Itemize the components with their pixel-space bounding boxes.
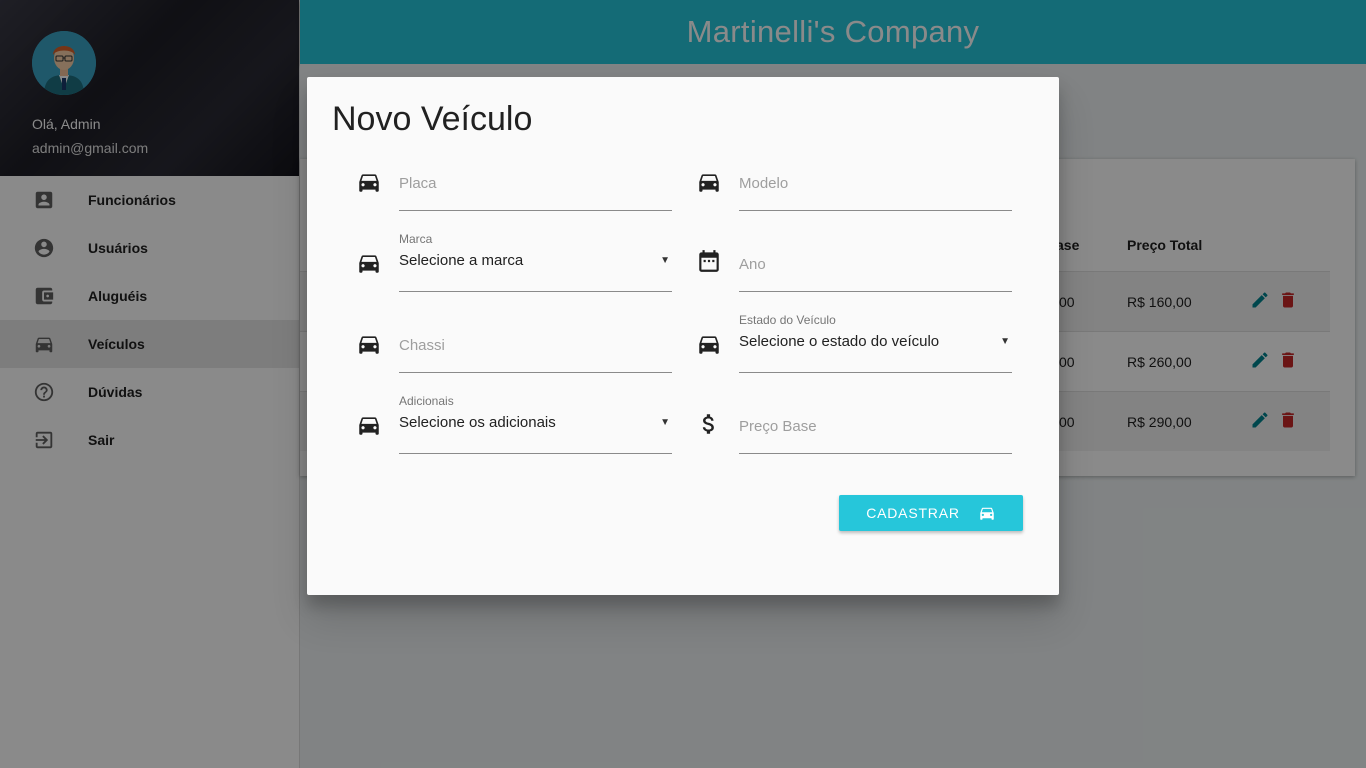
estado-select[interactable]: Selecione o estado do veículo ▼ <box>739 333 1012 357</box>
car-icon <box>356 331 382 357</box>
preco-base-field <box>739 394 1012 454</box>
dropdown-arrow-icon: ▼ <box>660 255 670 266</box>
new-vehicle-dialog: Novo Veículo Marca Selecione a marca ▼ <box>307 77 1059 595</box>
ano-field <box>739 232 1012 292</box>
estado-field: Estado do Veículo Selecione o estado do … <box>739 313 1012 373</box>
placa-field <box>399 151 672 211</box>
chassi-input[interactable] <box>399 333 672 357</box>
calendar-icon <box>696 248 722 274</box>
placa-field-group <box>332 151 672 211</box>
preco-base-field-group <box>672 394 1012 454</box>
modelo-field-group <box>672 151 1012 211</box>
cadastrar-button[interactable]: CADASTRAR <box>839 495 1023 531</box>
marca-select-value: Selecione a marca <box>399 252 524 269</box>
marca-field-group: Marca Selecione a marca ▼ <box>332 232 672 292</box>
cadastrar-button-label: CADASTRAR <box>866 505 960 521</box>
dollar-icon <box>696 411 722 437</box>
modelo-field <box>739 151 1012 211</box>
estado-field-group: Estado do Veículo Selecione o estado do … <box>672 313 1012 373</box>
ano-input[interactable] <box>739 252 1012 276</box>
car-icon <box>696 169 722 195</box>
car-icon <box>978 504 996 522</box>
estado-select-value: Selecione o estado do veículo <box>739 333 940 350</box>
dropdown-arrow-icon: ▼ <box>660 417 670 428</box>
ano-field-group <box>672 232 1012 292</box>
car-icon <box>356 250 382 276</box>
adicionais-caption: Adicionais <box>399 394 454 408</box>
modelo-input[interactable] <box>739 171 1012 195</box>
placa-input[interactable] <box>399 171 672 195</box>
car-icon <box>696 331 722 357</box>
adicionais-field-group: Adicionais Selecione os adicionais ▼ <box>332 394 672 454</box>
car-icon <box>356 169 382 195</box>
car-icon <box>356 412 382 438</box>
marca-select[interactable]: Selecione a marca ▼ <box>399 252 672 276</box>
preco-base-input[interactable] <box>739 414 1012 438</box>
marca-field: Marca Selecione a marca ▼ <box>399 232 672 292</box>
dropdown-arrow-icon: ▼ <box>1000 336 1010 347</box>
adicionais-field: Adicionais Selecione os adicionais ▼ <box>399 394 672 454</box>
chassi-field <box>399 313 672 373</box>
adicionais-select[interactable]: Selecione os adicionais ▼ <box>399 414 672 438</box>
estado-caption: Estado do Veículo <box>739 313 836 327</box>
marca-caption: Marca <box>399 232 433 246</box>
chassi-field-group <box>332 313 672 373</box>
adicionais-select-value: Selecione os adicionais <box>399 414 556 431</box>
dialog-title: Novo Veículo <box>332 100 533 138</box>
